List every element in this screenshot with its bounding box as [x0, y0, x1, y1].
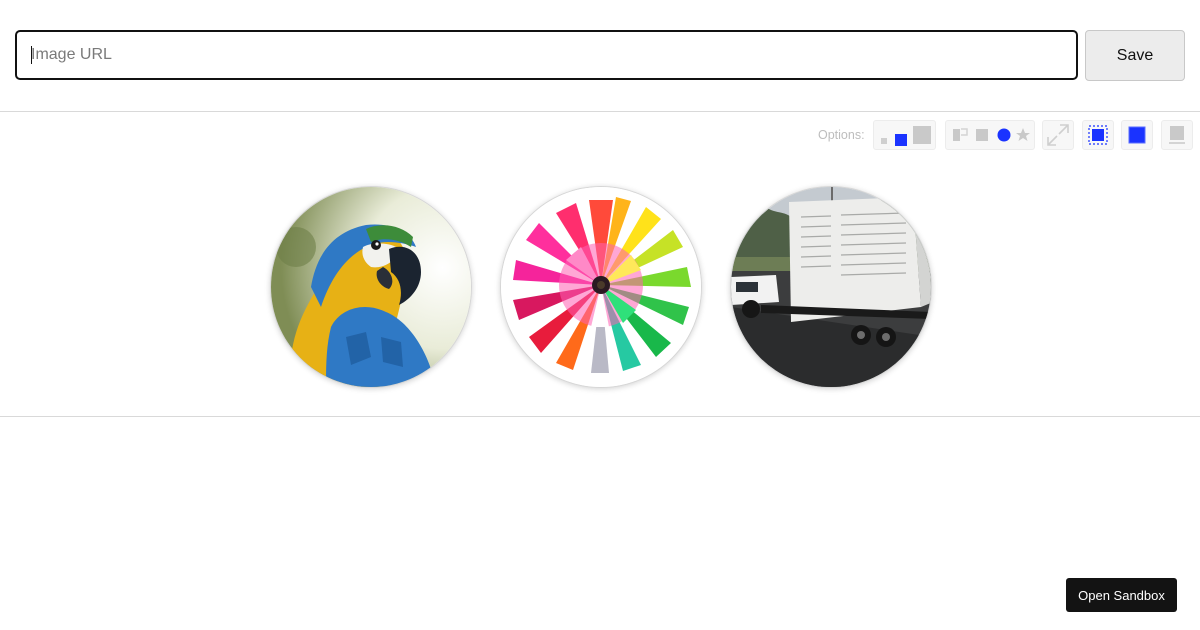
filled-square-icon[interactable] — [1121, 120, 1153, 150]
shape-options-group — [945, 120, 1035, 150]
shape-star-option[interactable] — [1016, 128, 1030, 141]
shape-square-option[interactable] — [976, 129, 988, 141]
image-viewer-flower[interactable] — [500, 186, 702, 388]
bottom-divider — [0, 416, 1200, 417]
size-medium-option[interactable] — [894, 134, 907, 146]
size-small-option[interactable] — [880, 138, 887, 144]
parrot-photo — [271, 187, 471, 387]
shape-partial-option[interactable] — [953, 128, 968, 141]
trailer-photo — [731, 187, 931, 387]
save-button[interactable]: Save — [1085, 30, 1185, 81]
flower-photo — [501, 187, 701, 387]
gray-square-icon[interactable] — [1161, 120, 1193, 150]
top-divider — [0, 111, 1200, 112]
selected-square-icon[interactable] — [1082, 120, 1114, 150]
image-viewer-trailer[interactable] — [730, 186, 932, 388]
shape-circle-option[interactable] — [997, 128, 1011, 142]
image-viewer-parrot[interactable] — [270, 186, 472, 388]
open-sandbox-button[interactable]: Open Sandbox — [1066, 578, 1177, 612]
size-large-option[interactable] — [912, 126, 931, 144]
expand-icon[interactable] — [1042, 120, 1074, 150]
text-caret — [31, 46, 32, 64]
size-options-group — [873, 120, 936, 150]
image-url-input[interactable] — [15, 30, 1078, 80]
options-label: Options: — [818, 128, 865, 142]
